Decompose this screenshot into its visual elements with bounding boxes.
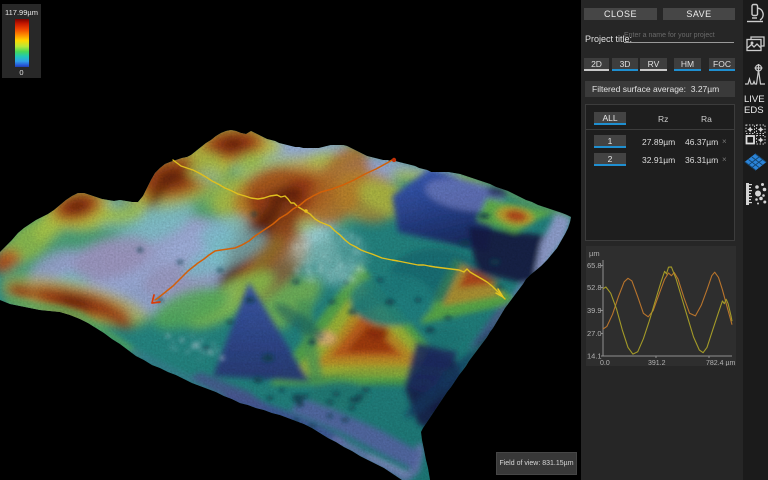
svg-text:27.0: 27.0 bbox=[587, 329, 602, 338]
svg-text:µm: µm bbox=[589, 249, 600, 258]
svg-text:52.8: 52.8 bbox=[587, 283, 602, 292]
svg-text:0.0: 0.0 bbox=[600, 360, 610, 366]
svg-text:782.4 µm: 782.4 µm bbox=[706, 360, 735, 366]
svg-text:39.9: 39.9 bbox=[587, 306, 602, 315]
svg-text:65.8: 65.8 bbox=[587, 261, 602, 270]
svg-text:391.2: 391.2 bbox=[648, 360, 666, 366]
